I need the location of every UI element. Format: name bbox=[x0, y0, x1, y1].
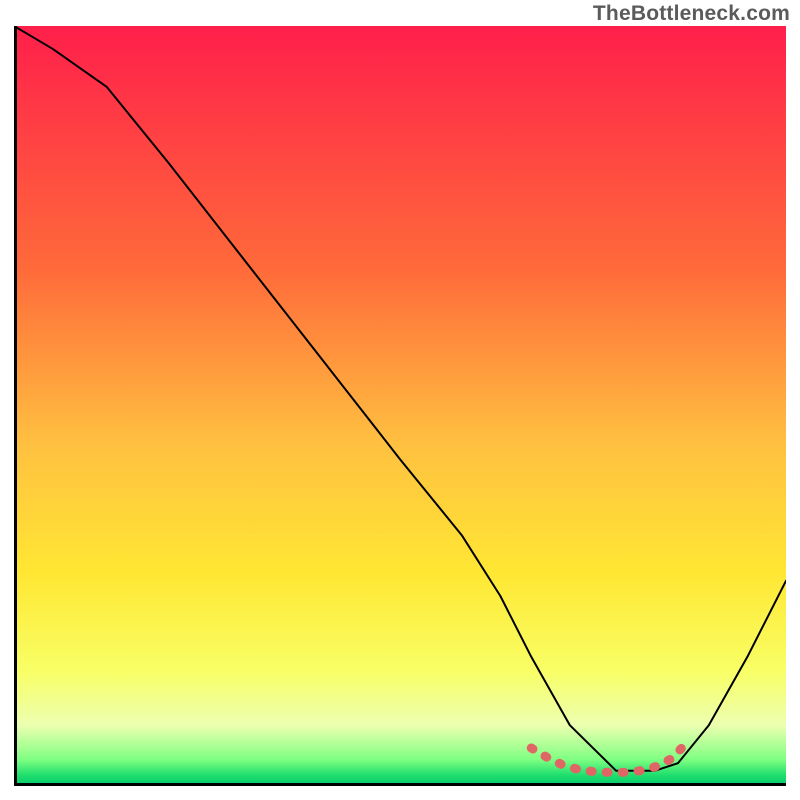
chart-container: TheBottleneck.com bbox=[0, 0, 800, 800]
bottleneck-curve bbox=[14, 26, 786, 771]
chart-plot bbox=[14, 26, 786, 786]
watermark-text: TheBottleneck.com bbox=[593, 2, 790, 26]
